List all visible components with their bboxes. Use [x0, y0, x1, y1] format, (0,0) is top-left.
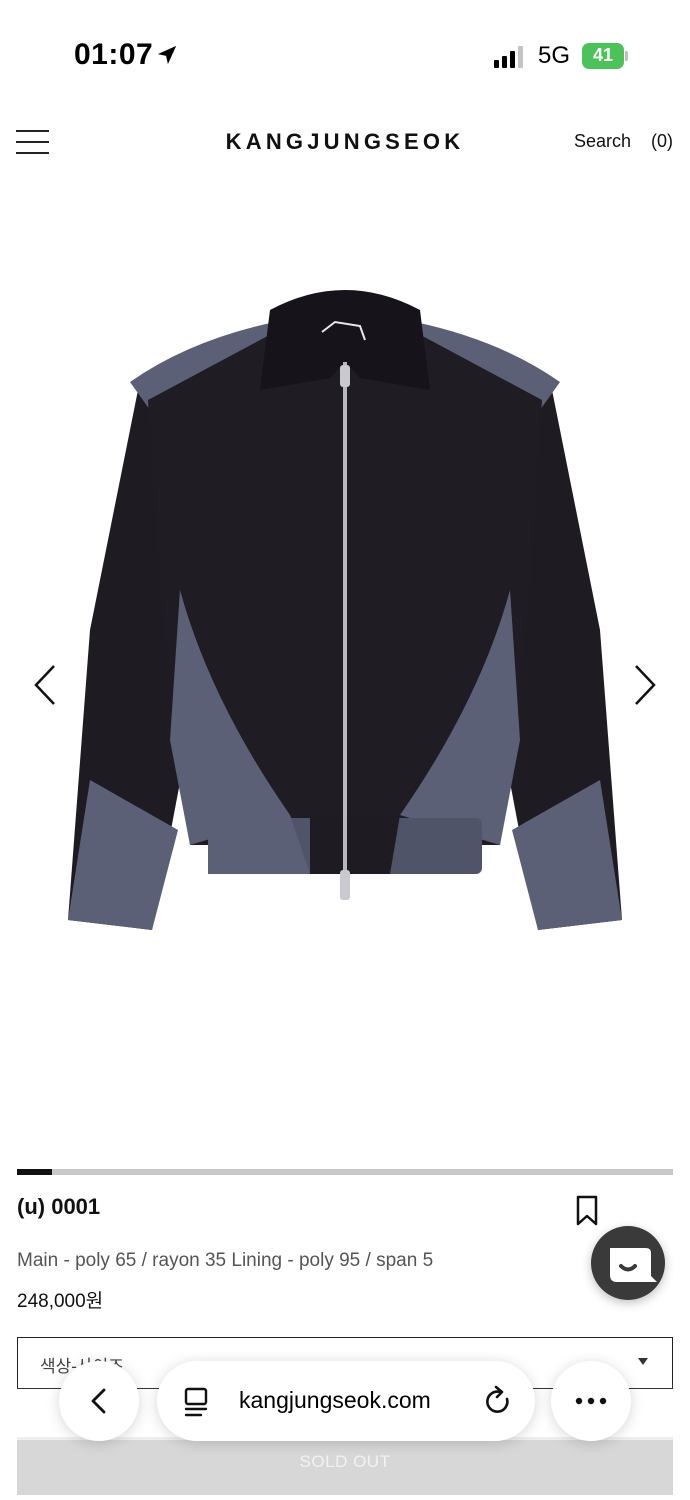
chat-bubble-icon [610, 1248, 657, 1282]
next-image-arrow-icon[interactable] [624, 660, 664, 710]
browser-address-bar[interactable]: kangjungseok.com [157, 1361, 535, 1441]
browser-more-button[interactable] [551, 1361, 631, 1441]
gallery-progress-fill [17, 1169, 52, 1175]
battery-percent: 41 [592, 45, 614, 65]
product-price: 248,000원 [17, 1291, 104, 1312]
location-arrow-icon [157, 45, 177, 65]
browser-back-button[interactable] [59, 1361, 139, 1441]
network-type: 5G [538, 42, 571, 69]
product-material: Main - poly 65 / rayon 35 Lining - poly … [17, 1250, 434, 1271]
chevron-left-icon [91, 1388, 106, 1414]
browser-url: kangjungseok.com [239, 1387, 431, 1413]
bookmark-icon[interactable] [575, 1195, 599, 1227]
clock: 01:07 [74, 38, 154, 71]
chevron-down-icon [638, 1358, 648, 1365]
cellular-signal-icon [494, 46, 523, 68]
prev-image-arrow-icon[interactable] [26, 660, 66, 710]
sold-out-button[interactable]: SOLD OUT [17, 1437, 673, 1495]
status-bar: 01:07 5G 41 [0, 0, 690, 100]
more-options-icon [575, 1397, 607, 1405]
chat-button[interactable] [591, 1226, 665, 1300]
product-image[interactable] [60, 270, 630, 940]
reload-icon[interactable] [483, 1385, 513, 1417]
gallery-progress-track [17, 1169, 673, 1175]
search-link[interactable]: Search [574, 131, 631, 152]
cart-link[interactable]: (0) [651, 131, 673, 152]
reader-mode-icon[interactable] [183, 1387, 209, 1417]
battery-indicator: 41 [582, 43, 628, 69]
product-name: (u) 0001 [17, 1194, 101, 1219]
